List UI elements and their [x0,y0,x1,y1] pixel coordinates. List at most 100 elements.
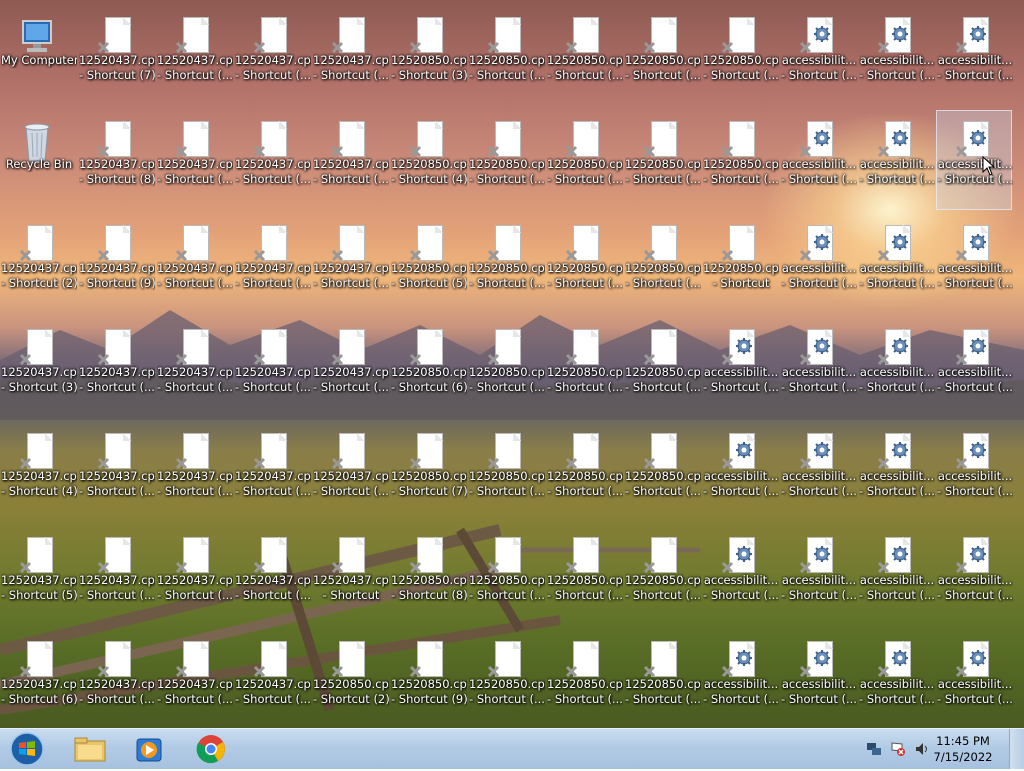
desktop-shortcut[interactable]: 12520437.cpx - Shortcut (... [78,630,155,728]
desktop-shortcut[interactable]: accessibilit... - Shortcut (... [702,526,779,626]
desktop-shortcut[interactable]: 12520850.cpx - Shortcut (3) [390,6,467,106]
desktop-shortcut[interactable]: 12520850.cpx - Shortcut (... [468,110,545,210]
desktop-shortcut[interactable]: 12520850.cpx - Shortcut (... [546,110,623,210]
desktop-shortcut[interactable]: accessibilit... - Shortcut (... [702,318,779,418]
desktop-shortcut[interactable]: 12520850.cpx - Shortcut (... [546,630,623,728]
desktop-shortcut[interactable]: accessibilit... - Shortcut (... [858,526,935,626]
desktop-shortcut[interactable]: 12520850.cpx - Shortcut (... [468,630,545,728]
desktop-shortcut[interactable]: 12520850.cpx - Shortcut (... [468,526,545,626]
desktop-shortcut[interactable]: 12520437.cpx - Shortcut (... [234,110,311,210]
desktop-shortcut[interactable]: 12520437.cpx - Shortcut (3) [0,318,77,418]
desktop-shortcut[interactable]: 12520850.cpx - Shortcut (9) [390,630,467,728]
desktop-shortcut[interactable]: accessibilit... - Shortcut (... [702,422,779,522]
desktop-shortcut[interactable]: 12520437.cpx - Shortcut (... [78,318,155,418]
desktop-shortcut[interactable]: accessibilit... - Shortcut (... [936,318,1013,418]
desktop-shortcut[interactable]: 12520850.cpx - Shortcut (... [702,110,779,210]
desktop-shortcut[interactable]: accessibilit... - Shortcut (... [858,422,935,522]
desktop-shortcut[interactable]: 12520437.cpx - Shortcut (9) [78,214,155,314]
desktop-shortcut[interactable]: 12520437.cpx - Shortcut (... [156,318,233,418]
show-desktop-button[interactable] [1009,729,1024,769]
desktop-shortcut[interactable]: 12520437.cpx - Shortcut (... [312,318,389,418]
clock[interactable]: 11:45 PM 7/15/2022 [928,733,998,765]
desktop-shortcut[interactable]: accessibilit... - Shortcut (... [936,110,1013,210]
desktop-shortcut[interactable]: 12520437.cpx - Shortcut (... [312,422,389,522]
desktop-shortcut[interactable]: 12520437.cpx - Shortcut (... [156,214,233,314]
desktop-shortcut[interactable]: 12520850.cpx - Shortcut (... [624,526,701,626]
desktop-shortcut[interactable]: accessibilit... - Shortcut (... [780,6,857,106]
desktop-shortcut[interactable]: 12520850.cpx - Shortcut (... [624,422,701,522]
desktop-shortcut[interactable]: 12520437.cpx - Shortcut (4) [0,422,77,522]
desktop-shortcut[interactable]: 12520437.cpx - Shortcut (... [78,422,155,522]
desktop-shortcut[interactable]: accessibilit... - Shortcut (... [858,318,935,418]
desktop-shortcut[interactable]: 12520437.cpx - Shortcut (2) [0,214,77,314]
desktop-shortcut[interactable]: 12520850.cpx - Shortcut (... [468,422,545,522]
desktop-shortcut[interactable]: 12520437.cpx - Shortcut (5) [0,526,77,626]
desktop-shortcut[interactable]: accessibilit... - Shortcut (... [780,214,857,314]
desktop-shortcut[interactable]: 12520850.cpx - Shortcut (... [468,214,545,314]
desktop-shortcut[interactable]: 12520850.cpx - Shortcut (... [624,110,701,210]
desktop-shortcut[interactable]: 12520437.cpx - Shortcut (... [156,422,233,522]
desktop-shortcut[interactable]: accessibilit... - Shortcut (... [858,214,935,314]
desktop-shortcut[interactable]: 12520850.cpx - Shortcut (4) [390,110,467,210]
desktop-shortcut[interactable]: 12520850.cpx - Shortcut (... [546,318,623,418]
start-button[interactable] [2,731,52,767]
desktop-shortcut[interactable]: 12520437.cpx - Shortcut (... [156,6,233,106]
desktop-shortcut[interactable]: accessibilit... - Shortcut (... [780,630,857,728]
desktop-shortcut[interactable]: 12520437.cpx - Shortcut (... [312,214,389,314]
desktop-shortcut[interactable]: 12520437.cpx - Shortcut (... [156,526,233,626]
desktop-shortcut[interactable]: 12520850.cpx - Shortcut (8) [390,526,467,626]
desktop-shortcut[interactable]: 12520437.cpx - Shortcut (... [156,110,233,210]
desktop-shortcut[interactable]: 12520437.cpx - Shortcut [312,526,389,626]
desktop-shortcut[interactable]: 12520850.cpx - Shortcut (... [624,630,701,728]
desktop-shortcut[interactable]: 12520437.cpx - Shortcut (... [312,110,389,210]
desktop-shortcut[interactable]: 12520850.cpx - Shortcut (6) [390,318,467,418]
desktop-shortcut[interactable]: accessibilit... - Shortcut (... [858,630,935,728]
desktop-shortcut[interactable]: 12520437.cpx - Shortcut (... [234,6,311,106]
desktop-shortcut[interactable]: 12520437.cpx - Shortcut (... [312,6,389,106]
desktop-shortcut[interactable]: 12520850.cpx - Shortcut (2) [312,630,389,728]
desktop-shortcut[interactable]: accessibilit... - Shortcut (... [936,214,1013,314]
desktop-shortcut[interactable]: 12520437.cpx - Shortcut (... [234,526,311,626]
action-center-flag-icon[interactable] [890,741,906,757]
desktop-shortcut[interactable]: accessibilit... - Shortcut (... [780,422,857,522]
desktop-shortcut[interactable]: 12520437.cpx - Shortcut (... [234,630,311,728]
desktop-shortcut[interactable]: 12520850.cpx - Shortcut (... [546,526,623,626]
desktop-shortcut[interactable]: 12520437.cpx - Shortcut (... [234,214,311,314]
desktop-shortcut[interactable]: 12520850.cpx - Shortcut (... [468,6,545,106]
desktop-shortcut[interactable]: accessibilit... - Shortcut (... [858,110,935,210]
desktop-shortcut[interactable]: 12520437.cpx - Shortcut (... [78,526,155,626]
my-computer-icon-item[interactable]: My Computer [0,6,77,106]
taskbar-chrome-button[interactable] [186,731,236,767]
desktop-shortcut[interactable]: 12520437.cpx - Shortcut (7) [78,6,155,106]
desktop-shortcut[interactable]: accessibilit... - Shortcut (... [780,110,857,210]
taskbar-media-player-button[interactable] [124,731,174,767]
recycle-bin-icon-item[interactable]: Recycle Bin [0,110,76,210]
desktop-shortcut[interactable]: 12520437.cpx - Shortcut (6) [0,630,77,728]
desktop-shortcut[interactable]: 12520850.cpx - Shortcut (... [624,6,701,106]
desktop-shortcut[interactable]: accessibilit... - Shortcut (... [780,318,857,418]
taskbar-explorer-button[interactable] [64,731,114,767]
desktop-shortcut[interactable]: 12520850.cpx - Shortcut (... [546,6,623,106]
desktop-shortcut[interactable]: accessibilit... - Shortcut (... [702,630,779,728]
desktop-shortcut[interactable]: accessibilit... - Shortcut (... [780,526,857,626]
desktop-shortcut[interactable]: accessibilit... - Shortcut (... [936,526,1013,626]
desktop-shortcut[interactable]: 12520850.cpx - Shortcut (... [624,318,701,418]
desktop-shortcut[interactable]: 12520850.cpx - Shortcut (... [624,214,701,314]
desktop-shortcut[interactable]: 12520850.cpx - Shortcut (7) [390,422,467,522]
desktop-shortcut[interactable]: 12520850.cpx - Shortcut (... [546,214,623,314]
desktop-shortcut[interactable]: 12520850.cpx - Shortcut (... [468,318,545,418]
desktop-shortcut[interactable]: 12520850.cpx - Shortcut [702,214,779,314]
desktop-shortcut[interactable]: accessibilit... - Shortcut (... [936,6,1013,106]
desktop-shortcut[interactable]: 12520850.cpx - Shortcut (... [546,422,623,522]
network-icon[interactable] [866,741,882,757]
desktop-shortcut[interactable]: 12520850.cpx - Shortcut (... [702,6,779,106]
desktop-shortcut[interactable]: accessibilit... - Shortcut (... [936,422,1013,522]
desktop-shortcut[interactable]: 12520437.cpx - Shortcut (... [156,630,233,728]
desktop-icon-label-line1: 12520437.cpx [157,261,233,275]
desktop-shortcut[interactable]: 12520437.cpx - Shortcut (... [234,318,311,418]
desktop-shortcut[interactable]: accessibilit... - Shortcut (... [858,6,935,106]
desktop-shortcut[interactable]: 12520437.cpx - Shortcut (... [234,422,311,522]
desktop-shortcut[interactable]: accessibilit... - Shortcut (... [936,630,1013,728]
desktop-shortcut[interactable]: 12520437.cpx - Shortcut (8) [78,110,155,210]
desktop-shortcut[interactable]: 12520850.cpx - Shortcut (5) [390,214,467,314]
